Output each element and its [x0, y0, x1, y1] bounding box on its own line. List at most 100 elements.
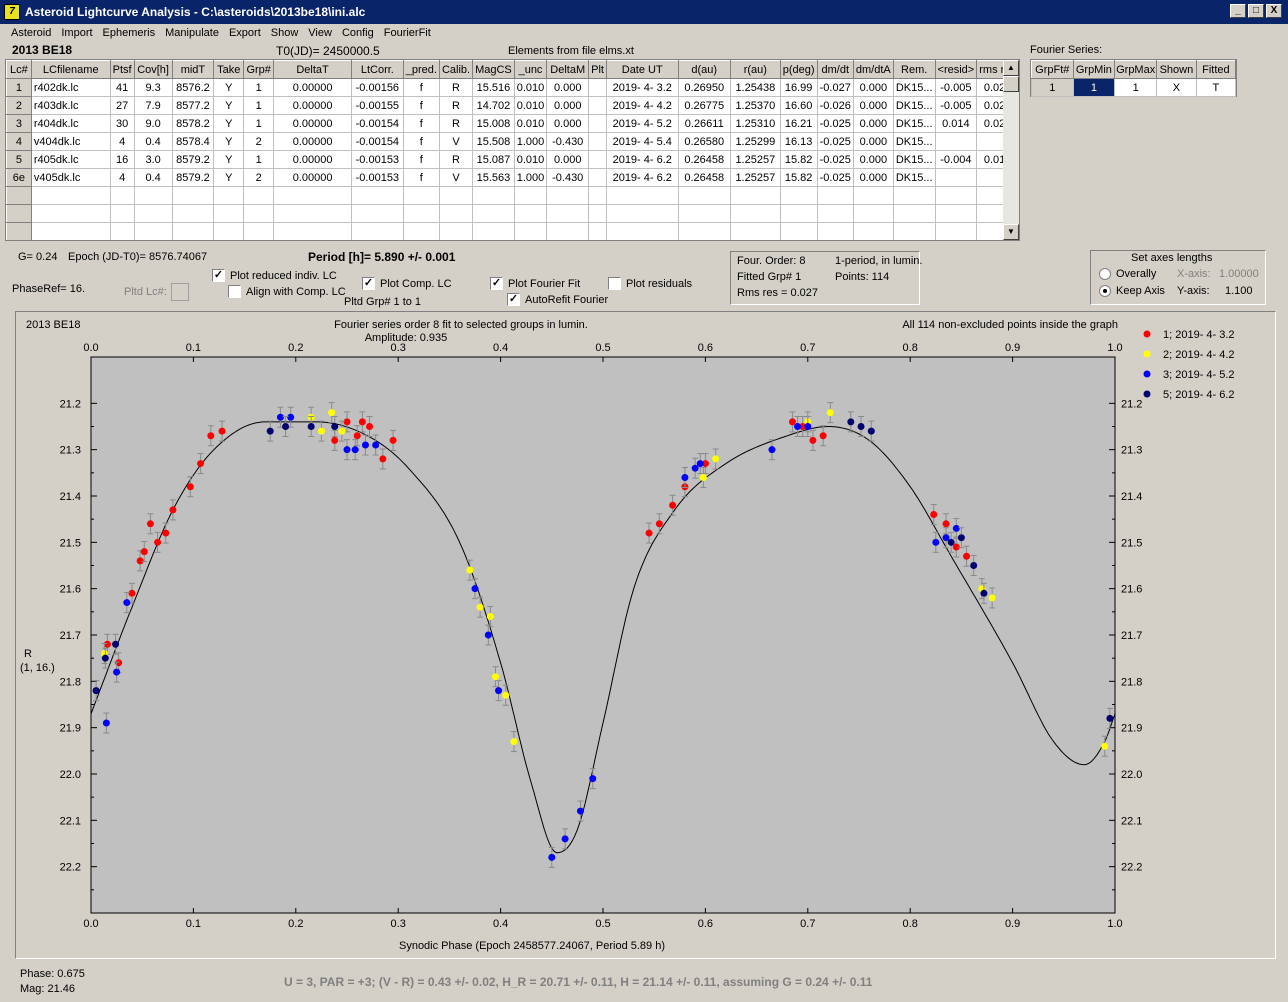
lightcurve-table[interactable]: Lc# LCfilename Ptsf Cov[h] midT Take Grp# Delta…	[5, 59, 1020, 241]
table-cell[interactable]	[934, 204, 978, 223]
table-cell[interactable]: 0.010	[513, 150, 548, 169]
col-header[interactable]: d(au)	[677, 60, 731, 79]
table-cell[interactable]: 15.563	[472, 168, 515, 187]
table-cell[interactable]: 0.000	[546, 150, 590, 169]
table-cell[interactable]: 0.000	[852, 150, 894, 169]
overally-radio[interactable]: Overally	[1099, 268, 1156, 280]
table-cell[interactable]	[779, 186, 818, 205]
table-cell[interactable]	[273, 222, 352, 240]
table-cell[interactable]: 1	[243, 78, 275, 97]
table-cell[interactable]: 9.0	[133, 114, 173, 133]
table-cell[interactable]	[852, 204, 894, 223]
table-cell[interactable]: 0.000	[546, 114, 590, 133]
table-cell[interactable]	[402, 204, 440, 223]
table-cell[interactable]: -0.430	[546, 132, 590, 151]
row-header[interactable]	[6, 204, 32, 223]
table-cell[interactable]	[171, 222, 215, 240]
fourier-cell-grpmin[interactable]: 1	[1072, 78, 1116, 97]
table-cell[interactable]: Y	[213, 114, 245, 133]
col-header[interactable]: midT	[171, 60, 215, 79]
table-cell[interactable]	[213, 222, 245, 240]
table-cell[interactable]: 0.000	[852, 168, 894, 187]
table-cell[interactable]: 8576.2	[171, 78, 215, 97]
table-cell[interactable]: 0.010	[513, 96, 548, 115]
table-cell[interactable]: 8578.2	[171, 114, 215, 133]
menu-fourierfit[interactable]: FourierFit	[379, 27, 436, 39]
table-cell[interactable]	[243, 204, 275, 223]
table-cell[interactable]: 0.000	[852, 78, 894, 97]
col-header[interactable]: Lc#	[6, 60, 32, 79]
menu-manipulate[interactable]: Manipulate	[160, 27, 224, 39]
row-header[interactable]	[6, 222, 32, 240]
menu-export[interactable]: Export	[224, 27, 266, 39]
table-cell[interactable]: f	[402, 96, 440, 115]
table-cell[interactable]	[816, 186, 854, 205]
table-cell[interactable]: 0.00000	[273, 132, 352, 151]
table-cell[interactable]: DK15...	[892, 150, 936, 169]
table-cell[interactable]: f	[402, 114, 440, 133]
table-cell[interactable]	[513, 186, 548, 205]
table-cell[interactable]: 1.25257	[729, 168, 781, 187]
table-cell[interactable]: 1	[243, 114, 275, 133]
table-cell[interactable]: V	[438, 168, 474, 187]
col-header[interactable]: MagCS	[472, 60, 515, 79]
fourier-cell-fitted[interactable]: T	[1195, 78, 1237, 97]
col-header[interactable]: Date UT	[605, 60, 679, 79]
table-cell[interactable]: -0.026	[816, 96, 854, 115]
col-header[interactable]: dm/dt	[816, 60, 854, 79]
table-cell[interactable]	[588, 222, 607, 240]
table-cell[interactable]: 1.25370	[729, 96, 781, 115]
table-cell[interactable]: 15.508	[472, 132, 515, 151]
plot-comp-checkbox[interactable]: ✓ Plot Comp. LC	[362, 277, 452, 290]
table-cell[interactable]: 0.4	[133, 132, 173, 151]
table-cell[interactable]: r405dk.lc	[30, 150, 111, 169]
col-header[interactable]: Ptsf	[109, 60, 135, 79]
table-cell[interactable]	[472, 204, 515, 223]
table-cell[interactable]	[892, 222, 936, 240]
table-cell[interactable]	[779, 204, 818, 223]
table-cell[interactable]: 0.00000	[273, 96, 352, 115]
scroll-thumb[interactable]	[1003, 76, 1019, 92]
table-cell[interactable]	[402, 186, 440, 205]
table-cell[interactable]: 1	[243, 150, 275, 169]
table-cell[interactable]: 15.087	[472, 150, 515, 169]
table-cell[interactable]	[852, 222, 894, 240]
table-cell[interactable]	[350, 222, 404, 240]
table-cell[interactable]: -0.005	[934, 78, 978, 97]
table-cell[interactable]: R	[438, 78, 474, 97]
table-cell[interactable]: Y	[213, 132, 245, 151]
table-cell[interactable]	[892, 186, 936, 205]
col-header[interactable]: dm/dtA	[852, 60, 894, 79]
table-cell[interactable]: 0.26458	[677, 150, 731, 169]
table-cell[interactable]: -0.027	[816, 78, 854, 97]
table-cell[interactable]	[934, 168, 978, 187]
table-cell[interactable]	[30, 222, 111, 240]
table-cell[interactable]	[816, 204, 854, 223]
table-cell[interactable]: 0.00000	[273, 114, 352, 133]
pltd-lc-spinner[interactable]	[171, 283, 189, 301]
table-cell[interactable]: R	[438, 114, 474, 133]
table-cell[interactable]: 0.000	[852, 114, 894, 133]
table-cell[interactable]: -0.005	[934, 96, 978, 115]
table-cell[interactable]: 2019- 4- 6.2	[605, 168, 679, 187]
table-cell[interactable]	[677, 186, 731, 205]
table-cell[interactable]: 0.000	[852, 96, 894, 115]
align-comp-checkbox[interactable]: Align with Comp. LC	[228, 285, 346, 298]
table-cell[interactable]	[588, 78, 607, 97]
table-cell[interactable]	[171, 204, 215, 223]
col-header[interactable]: <resid>	[934, 60, 978, 79]
col-header[interactable]: Take	[213, 60, 245, 79]
table-cell[interactable]	[109, 204, 135, 223]
table-cell[interactable]: 1	[243, 96, 275, 115]
plot-reduced-checkbox[interactable]: ✓ Plot reduced indiv. LC	[212, 269, 337, 282]
table-cell[interactable]: 0.000	[546, 78, 590, 97]
table-cell[interactable]: 0.014	[934, 114, 978, 133]
table-cell[interactable]	[779, 222, 818, 240]
menu-view[interactable]: View	[303, 27, 337, 39]
table-cell[interactable]	[273, 204, 352, 223]
col-header[interactable]: DeltaT	[273, 60, 352, 79]
table-cell[interactable]: -0.00156	[350, 78, 404, 97]
menu-config[interactable]: Config	[337, 27, 379, 39]
table-cell[interactable]	[30, 204, 111, 223]
table-row[interactable]: 4 v404dk.lc 4 0.4 8578.4 Y 2 0.00000 -0.00154 f V 1…	[6, 132, 1019, 151]
